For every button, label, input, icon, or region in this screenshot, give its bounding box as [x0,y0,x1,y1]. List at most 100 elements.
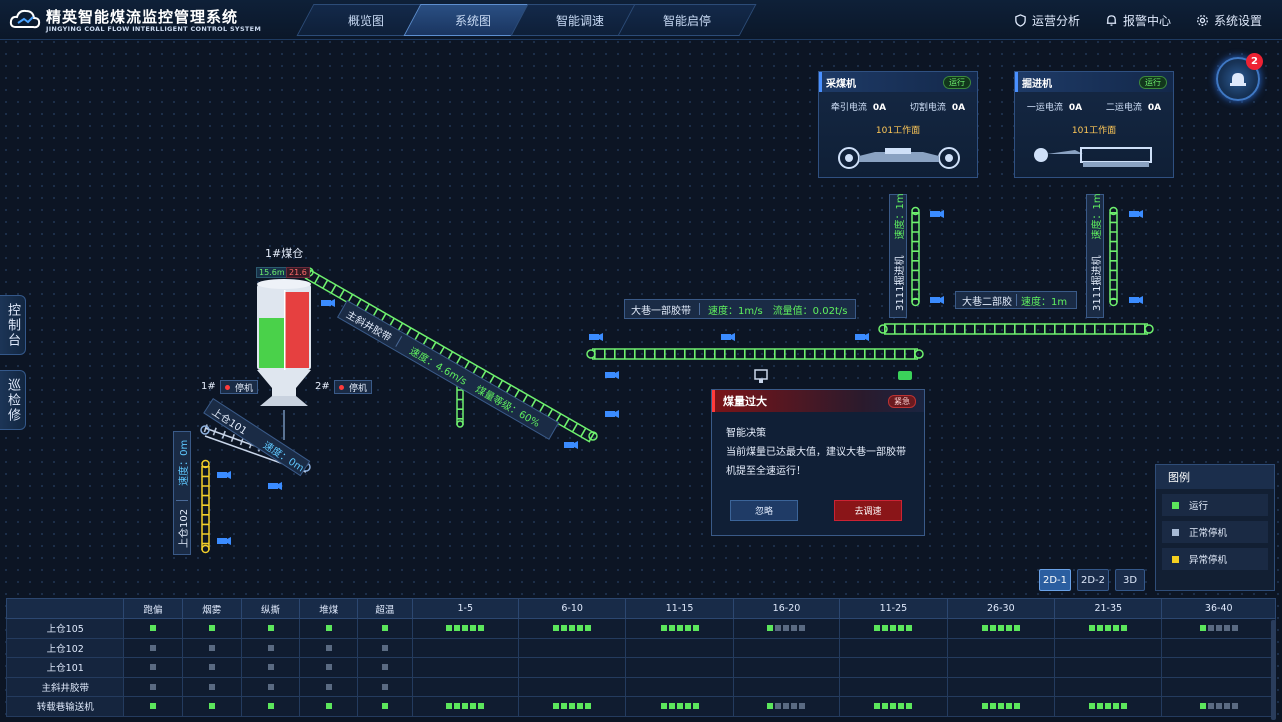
stopped-dot [325,644,332,651]
table-row[interactable]: 转载巷输送机 [5,696,1276,717]
status-cell [299,676,359,697]
belt-heading-b[interactable] [1109,206,1118,307]
popup-title: 煤量过大 [723,395,767,408]
table-scrollbar[interactable] [1271,620,1276,720]
stopped-dot [1215,625,1222,632]
stopped-dot [1223,625,1230,632]
alarm-center-label: 报警中心 [1123,14,1172,28]
status-cell [299,657,359,678]
silo-left-level: 15.6m [256,267,288,278]
view-2d2-button[interactable]: 2D-2 [1077,569,1109,591]
stopped-dot [150,683,157,690]
running-dot [1097,703,1104,710]
status-cell [946,657,1056,678]
urgency-badge: 紧急 [888,394,916,408]
running-dot [585,703,592,710]
running-dot [692,625,699,632]
belt-lane1[interactable] [586,348,924,360]
status-cell [732,676,841,697]
running-dot [676,703,683,710]
status-cell [839,696,948,717]
running-dot [569,703,576,710]
belt-heading-a[interactable] [911,206,920,307]
running-dot [1089,703,1096,710]
running-dot [997,625,1004,632]
status-cell [625,676,734,697]
ignore-button[interactable]: 忽略 [730,500,798,521]
coal-silo[interactable] [257,279,311,406]
popup-message: 当前煤量已达最大值，建议大巷一部胶带机提至全速运行！ [726,447,906,477]
stopped-dot [325,683,332,690]
status-cell [123,696,183,717]
bin102-label[interactable]: 上仓102 速度：0m [173,431,191,555]
belt-bin102[interactable] [201,459,210,554]
status-cell [625,618,734,639]
status-cell [517,676,627,697]
status-cell [411,676,519,697]
gate1-status[interactable]: 停机 [220,380,259,394]
running-dot [585,625,592,632]
table-row[interactable]: 上仓102 [5,637,1276,658]
legend-item: 运行 [1162,494,1268,516]
belt-lane2[interactable] [878,323,1154,335]
table-row[interactable]: 上仓101 [5,657,1276,678]
conveyor-speed: 速度：1m [1021,296,1068,308]
view-3d-button[interactable]: 3D [1115,569,1145,591]
table-row[interactable]: 上仓105 [5,618,1276,639]
adjust-speed-button[interactable]: 去调速 [834,500,902,521]
row-name: 主斜井胶带 [5,676,125,697]
running-dot [1199,703,1206,710]
running-dot [660,625,667,632]
running-dot [1199,625,1206,632]
stopped-dot [799,625,806,632]
status-cell [517,657,627,678]
legend-label: 运行 [1189,501,1209,512]
gate2-status[interactable]: 停机 [334,380,373,394]
stopped-dot [775,625,782,632]
legend-item: 异常停机 [1162,548,1268,570]
status-cell [240,637,301,658]
table-header-cell: 21-35 [1054,598,1163,619]
status-cell [357,696,413,717]
belt-main-incline[interactable] [304,267,598,443]
status-cell [732,657,841,678]
view-2d1-button[interactable]: 2D-1 [1039,569,1071,591]
status-cell [240,618,301,639]
lane1-label[interactable]: 大巷一部胶带 速度：1m/s 流量值：0.02t/s [624,299,856,319]
legend-item: 正常停机 [1162,521,1268,543]
tab-smart-startstop[interactable]: 智能启停 [617,4,757,36]
ops-analysis-link[interactable]: 运营分析 [1014,12,1080,29]
running-dot [890,625,897,632]
running-dot [381,625,388,632]
stopped-dot [791,703,798,710]
lane2-label[interactable]: 大巷二部胶 速度：1m [955,291,1077,309]
status-cell [411,657,519,678]
running-dot [462,625,469,632]
running-dot [577,625,584,632]
running-dot [981,625,988,632]
status-cell [732,637,841,658]
stopped-dot [208,683,215,690]
stopped-dot [791,625,798,632]
camera-icons [217,210,1143,545]
status-cell [625,657,734,678]
heading-a-label[interactable]: 3111掘进机 速度：1m [889,193,907,318]
stopped-dot [381,644,388,651]
popup-heading: 智能决策 [726,428,766,439]
status-cell [732,618,841,639]
running-dot [454,625,461,632]
gate1-label: 1# [201,381,216,392]
table-header-row: 跑偏 烟雾 纵撕 堆煤 超温 1-5 6-10 11-15 16-20 11-25 26-30 21-… [5,598,1276,619]
stopped-dot [208,644,215,651]
table-row[interactable]: 主斜井胶带 [5,676,1276,697]
heading-b-label[interactable]: 3111掘进机 速度：1m [1086,193,1104,318]
system-settings-link[interactable]: 系统设置 [1196,12,1262,29]
status-cell [299,696,359,717]
running-dot [478,625,485,632]
alarm-center-link[interactable]: 报警中心 [1105,12,1171,29]
gate2-status-text: 停机 [349,384,368,394]
stopped-dot [150,644,157,651]
running-dot [470,625,477,632]
running-dot [1005,625,1012,632]
status-cell [1054,637,1163,658]
